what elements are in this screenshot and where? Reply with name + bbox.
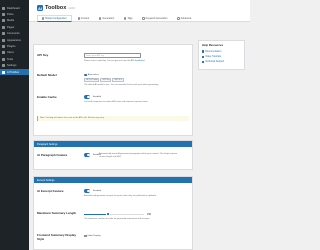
model-tag[interactable]: GPT-4o: [100, 78, 112, 82]
display-style-label: Frontend Summary Display Style: [37, 233, 77, 241]
media-icon: [2, 19, 5, 23]
settings-tab[interactable]: Tags: [120, 15, 136, 22]
ai-paragraph-toggle[interactable]: [84, 153, 91, 157]
tab-label: Model Configuration: [45, 17, 67, 20]
document-icon: [202, 60, 205, 63]
api-settings-card: API Key Enter your API key Please enter …: [33, 44, 193, 136]
tab-icon: [177, 17, 180, 20]
wrench-icon: [2, 57, 5, 61]
ai-paragraph-note: Automatically insert AI-generated paragr…: [99, 153, 178, 158]
tab-icon: [99, 17, 102, 20]
plugin-icon: [2, 45, 5, 49]
tab-icon: [142, 17, 145, 20]
api-key-label: API Key: [37, 53, 49, 57]
help-resources-panel: Help Resources Documentation Video Tutori…: [198, 40, 245, 70]
paragraph-settings-card: Paragraph Settings AI Paragraph Feature …: [33, 140, 193, 170]
wp-menu-label: Dashboard: [7, 6, 20, 10]
wp-admin-sidebar: Dashboard Posts Media Pages Comments Appearan…: [0, 0, 29, 250]
version-badge: v1.0.0: [68, 7, 75, 11]
max-length-label: Maximum Summary Length: [37, 211, 77, 215]
settings-tab[interactable]: Model Configuration: [37, 15, 72, 22]
cache-notice: Note: Caching will reduce the costs of t…: [37, 116, 189, 121]
settings-tab[interactable]: Content: [74, 15, 94, 22]
help-link-label: Documentation: [205, 50, 222, 53]
ai-excerpt-label: AI Excerpt Feature: [37, 189, 64, 193]
ai-excerpt-state: Enabled: [93, 189, 102, 192]
wp-menu-label: AI Toolbox: [7, 70, 20, 74]
settings-tabs: Model Configuration Content Generation Tags…: [37, 15, 197, 22]
help-link-label: Technical Support: [205, 60, 225, 64]
tab-label: Content: [80, 17, 90, 20]
cache-help: Cache AI responses to reduce API costs a…: [84, 101, 149, 103]
settings-tab[interactable]: Generation: [95, 15, 118, 22]
wp-menu-label: Users: [7, 51, 14, 55]
toolbox-icon: [2, 70, 5, 74]
max-length-value: 150: [147, 212, 151, 216]
slider-handle[interactable]: [106, 212, 110, 216]
model-tag[interactable]: GPT-4 Turbo: [84, 78, 100, 82]
wp-menu-label: Appearance: [7, 38, 21, 42]
default-model-help: The default AI model to use. You can ove…: [84, 83, 159, 86]
help-link[interactable]: Documentation: [202, 50, 241, 53]
inline-display-option[interactable]: Inline Display: [84, 234, 101, 238]
paragraph-section-header: Paragraph Settings: [34, 141, 192, 147]
page-icon: [2, 25, 5, 29]
document-icon: [202, 55, 205, 58]
help-links: Documentation Video Tutorials Technical Su…: [202, 50, 241, 63]
model-tags: GPT-4 Turbo GPT-4o GPT-3.5: [84, 78, 125, 82]
wp-admin-menu: Dashboard Posts Media Pages Comments Appearan…: [0, 0, 29, 76]
tab-icon: [77, 17, 80, 20]
tab-label: Generation: [102, 17, 115, 20]
wp-menu-label: Plugins: [7, 45, 16, 49]
settings-tab[interactable]: Advanced: [173, 15, 195, 22]
api-key-help: Please enter a valid key. You can get on…: [84, 60, 145, 62]
max-length-help: The maximum number of words for generate…: [84, 218, 150, 220]
brush-icon: [2, 38, 5, 42]
users-icon: [2, 51, 5, 55]
tab-label: Advanced: [180, 17, 192, 20]
excerpt-settings-card: Excerpt Settings ▴ AI Excerpt Feature En…: [33, 176, 193, 250]
dashboard-icon: [2, 6, 5, 10]
help-link-label: Video Tutorials: [205, 55, 221, 59]
model-tag[interactable]: GPT-3.5: [112, 78, 124, 82]
wp-menu-label: Comments: [7, 32, 20, 36]
api-dashboard-link[interactable]: API dashboard: [131, 60, 145, 62]
ai-excerpt-help: Automatically generate excerpts for post…: [84, 195, 157, 197]
wp-menu-label: Tools: [7, 57, 14, 61]
help-panel-title: Help Resources: [202, 43, 224, 47]
ai-excerpt-toggle[interactable]: [84, 189, 91, 193]
tab-icon: [124, 17, 127, 20]
tab-label: Tags: [127, 17, 133, 20]
wp-menu-label: Media: [7, 19, 15, 23]
max-length-slider[interactable]: [84, 212, 144, 216]
wp-menu-label: Posts: [7, 13, 14, 17]
tab-icon: [42, 17, 45, 20]
cache-state: Enabled: [93, 95, 102, 98]
wp-menu-label: Settings: [7, 64, 17, 68]
cache-toggle[interactable]: [84, 95, 91, 99]
app-title: Toolbox: [45, 5, 67, 11]
ai-paragraph-label: AI Paragraph Feature: [37, 153, 68, 157]
wp-menu-label: Pages: [7, 25, 15, 29]
document-icon: [202, 50, 205, 53]
collapse-icon[interactable]: ▴: [185, 180, 190, 184]
default-model-label: Default Model: [37, 73, 57, 77]
help-link[interactable]: Video Tutorials: [202, 55, 241, 58]
radio-selected-icon: [84, 73, 87, 77]
tab-label: Keyword Generation: [145, 17, 168, 20]
plugin-header: AI Toolbox v1.0.0 Model Configuration Con…: [29, 0, 250, 22]
checkbox-icon: [84, 234, 87, 238]
help-link[interactable]: Technical Support: [202, 60, 241, 63]
wp-menu-item[interactable]: AI Toolbox: [0, 68, 29, 76]
pin-icon: [2, 13, 5, 17]
model-auto-radio[interactable]: Auto-select: [84, 73, 99, 77]
excerpt-section-header: Excerpt Settings: [34, 177, 192, 183]
enable-cache-label: Enable Cache: [37, 95, 57, 99]
settings-tab[interactable]: Keyword Generation: [138, 15, 171, 22]
settings-icon: [2, 64, 5, 68]
api-key-input[interactable]: Enter your API key: [84, 53, 141, 58]
toolbox-logo-icon: AI: [37, 5, 43, 11]
brand: AI Toolbox v1.0.0: [37, 5, 75, 11]
comment-icon: [2, 32, 5, 36]
